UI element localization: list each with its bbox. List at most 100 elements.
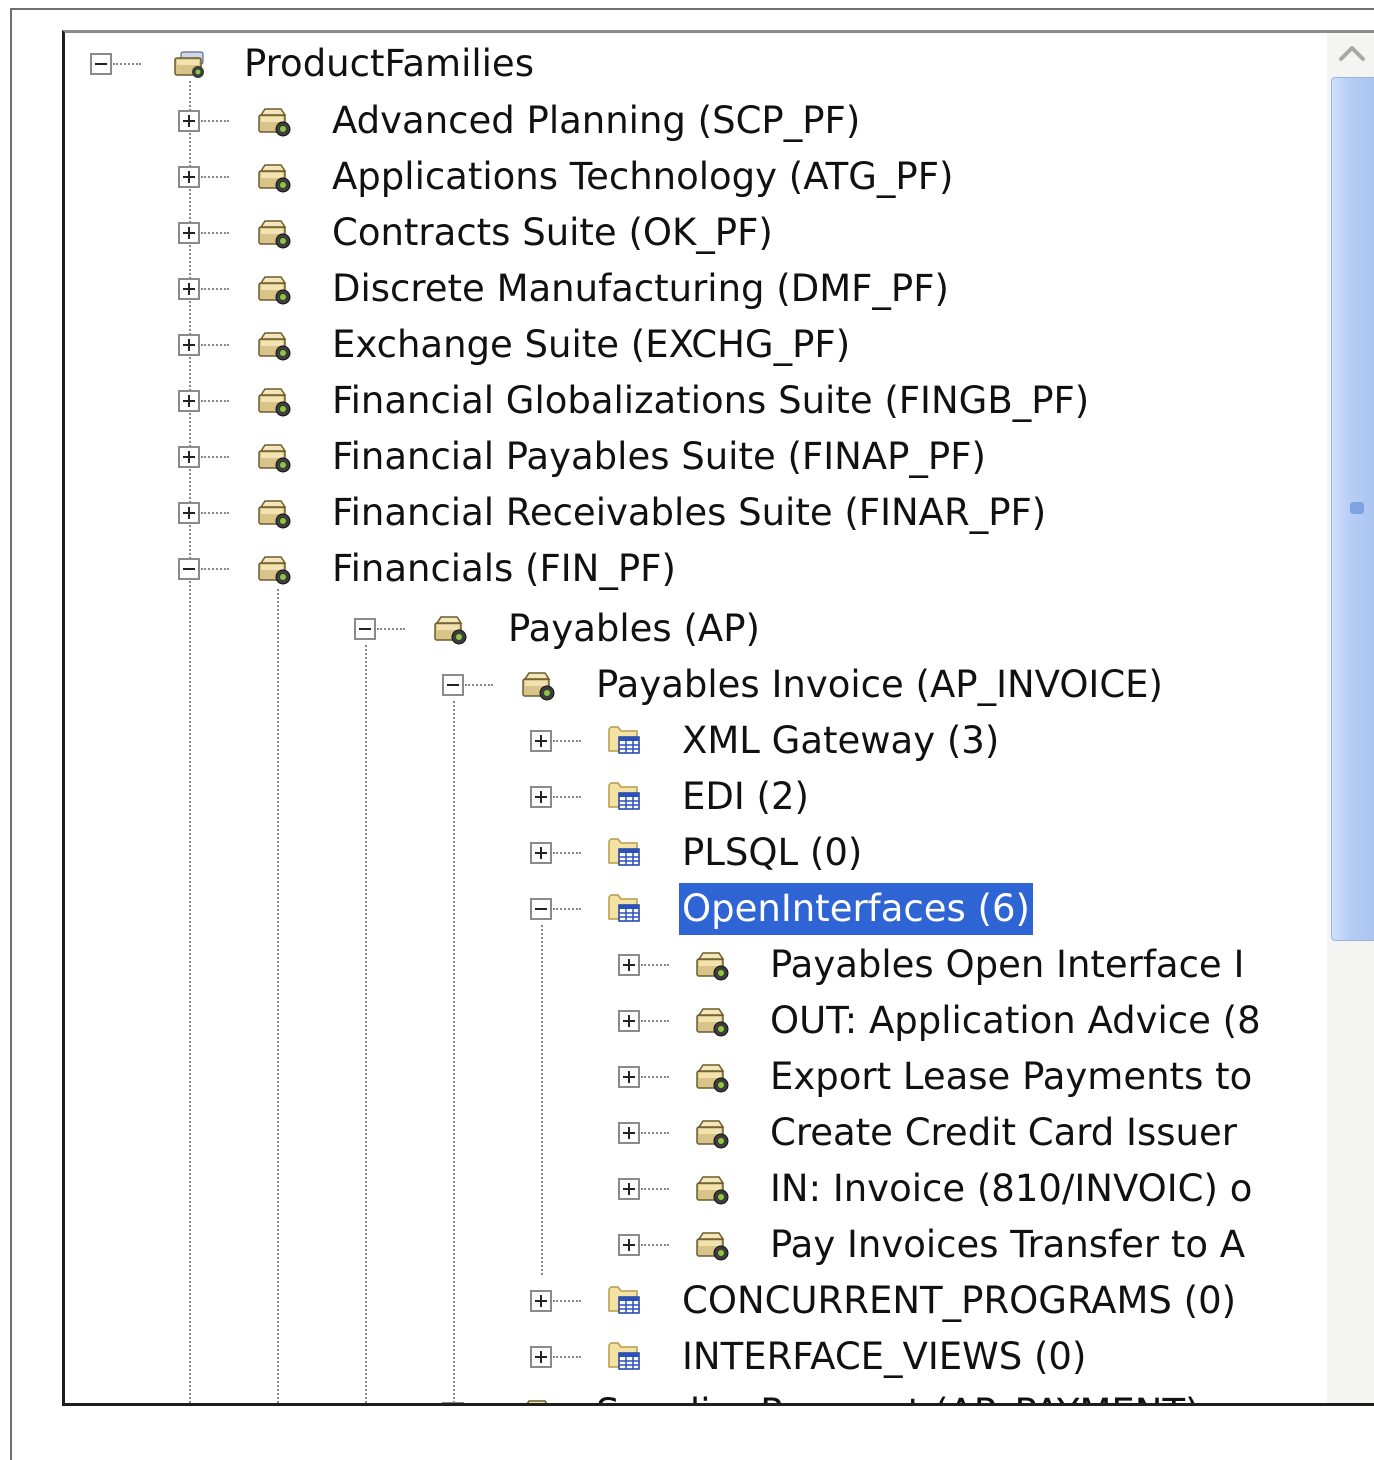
tree-connector	[201, 456, 229, 458]
folder-table-icon	[607, 723, 641, 755]
folder-gear-icon	[257, 161, 291, 193]
tree-connector	[201, 512, 229, 514]
collapse-box-icon[interactable]	[354, 618, 376, 640]
expand-box-icon[interactable]	[618, 954, 640, 976]
expand-box-icon[interactable]	[618, 1010, 640, 1032]
folder-gear-icon	[257, 385, 291, 417]
tree-node-label: Financial Payables Suite (FINAP_PF)	[332, 435, 986, 478]
tree-connector	[201, 344, 229, 346]
tree-connector	[201, 232, 229, 234]
tree-connector	[553, 740, 581, 742]
tree-guide-line	[453, 701, 455, 1403]
folder-gear-icon	[695, 1061, 729, 1093]
product-families-tree[interactable]: ProductFamilies Advanced Planning (SCP_P…	[62, 30, 1374, 1406]
folder-table-icon	[607, 779, 641, 811]
expand-box-icon[interactable]	[530, 842, 552, 864]
collapse-box-icon[interactable]	[442, 674, 464, 696]
folder-gear-icon	[257, 329, 291, 361]
tree-node-label: Supplier Payment (AP_PAYMENT)	[593, 1387, 1203, 1403]
expand-box-icon[interactable]	[178, 446, 200, 468]
tree-node-label: IN: Invoice (810/INVOIC) o	[770, 1167, 1253, 1210]
folder-gear-icon	[521, 1397, 555, 1406]
tree-guide-line	[365, 645, 367, 1403]
scroll-up-button[interactable]	[1327, 33, 1374, 77]
expand-box-icon[interactable]	[178, 390, 200, 412]
folder-gear-icon	[257, 497, 291, 529]
folder-table-icon	[607, 1339, 641, 1371]
tree-connector	[201, 568, 229, 570]
tree-node-label: PLSQL (0)	[682, 831, 863, 874]
scroll-grip-icon	[1350, 502, 1364, 514]
folder-gear-icon	[257, 553, 291, 585]
tree-connector	[641, 1076, 669, 1078]
tree-node-label: OUT: Application Advice (8	[770, 999, 1261, 1042]
tree-node-label-selected: OpenInterfaces (6)	[679, 883, 1033, 935]
tree-node-label: Payables Open Interface I	[770, 943, 1245, 986]
tree-node-label: Applications Technology (ATG_PF)	[332, 155, 954, 198]
tree-node-label: Financial Receivables Suite (FINAR_PF)	[332, 491, 1047, 534]
tree-guide-line	[541, 925, 543, 1275]
folder-group-icon	[173, 48, 207, 80]
tree-connector	[641, 1244, 669, 1246]
folder-gear-icon	[695, 949, 729, 981]
tree-node-label: Financial Globalizations Suite (FINGB_PF…	[332, 379, 1090, 422]
folder-gear-icon	[695, 1117, 729, 1149]
tree-connector	[201, 120, 229, 122]
folder-table-icon	[607, 891, 641, 923]
tree-node-label: Export Lease Payments to	[770, 1055, 1253, 1098]
tree-node-label: Payables (AP)	[508, 607, 760, 650]
expand-box-icon[interactable]	[530, 1346, 552, 1368]
folder-gear-icon	[257, 217, 291, 249]
tree-connector	[201, 400, 229, 402]
expand-box-icon[interactable]	[618, 1234, 640, 1256]
tree-connector	[553, 1356, 581, 1358]
tree-node-label: INTERFACE_VIEWS (0)	[682, 1335, 1087, 1378]
expand-box-icon[interactable]	[178, 222, 200, 244]
tree-connector	[553, 908, 581, 910]
vertical-scrollbar[interactable]	[1327, 33, 1374, 1403]
tree-node-label: ProductFamilies	[244, 42, 534, 85]
expand-box-icon[interactable]	[178, 278, 200, 300]
expand-box-icon[interactable]	[530, 1290, 552, 1312]
tree-node-label: XML Gateway (3)	[682, 719, 1000, 762]
expand-box-icon[interactable]	[530, 730, 552, 752]
folder-gear-icon	[257, 105, 291, 137]
expand-box-icon[interactable]	[178, 166, 200, 188]
folder-gear-icon	[695, 1173, 729, 1205]
folder-gear-icon	[695, 1229, 729, 1261]
tree-connector	[201, 288, 229, 290]
tree-connector	[465, 684, 493, 686]
expand-box-icon[interactable]	[618, 1122, 640, 1144]
expand-box-icon[interactable]	[178, 502, 200, 524]
expand-box-icon[interactable]	[442, 1402, 464, 1403]
expand-box-icon[interactable]	[178, 110, 200, 132]
tree-node-label: Exchange Suite (EXCHG_PF)	[332, 323, 851, 366]
folder-gear-icon	[257, 273, 291, 305]
tree-connector	[641, 1188, 669, 1190]
tree-connector	[641, 1020, 669, 1022]
tree-node-label: Create Credit Card Issuer	[770, 1111, 1237, 1154]
tree-connector	[113, 63, 141, 65]
expand-box-icon[interactable]	[530, 786, 552, 808]
tree-connector	[641, 964, 669, 966]
chevron-up-icon	[1339, 46, 1365, 61]
tree-node-label: EDI (2)	[682, 775, 809, 818]
expand-box-icon[interactable]	[618, 1178, 640, 1200]
tree-node-label: Financials (FIN_PF)	[332, 547, 676, 590]
collapse-box-icon[interactable]	[178, 558, 200, 580]
folder-gear-icon	[695, 1005, 729, 1037]
tree-node-label: Contracts Suite (OK_PF)	[332, 211, 773, 254]
folder-table-icon	[607, 1283, 641, 1315]
tree-connector	[553, 1300, 581, 1302]
tree-connector	[377, 628, 405, 630]
expand-box-icon[interactable]	[618, 1066, 640, 1088]
tree-connector	[641, 1132, 669, 1134]
collapse-box-icon[interactable]	[530, 898, 552, 920]
collapse-box-icon[interactable]	[90, 53, 112, 75]
scroll-thumb[interactable]	[1331, 77, 1374, 941]
tree-node-label: CONCURRENT_PROGRAMS (0)	[682, 1279, 1237, 1322]
tree-node-label: Payables Invoice (AP_INVOICE)	[596, 663, 1163, 706]
tree-connector	[553, 796, 581, 798]
folder-gear-icon	[433, 613, 467, 645]
expand-box-icon[interactable]	[178, 334, 200, 356]
